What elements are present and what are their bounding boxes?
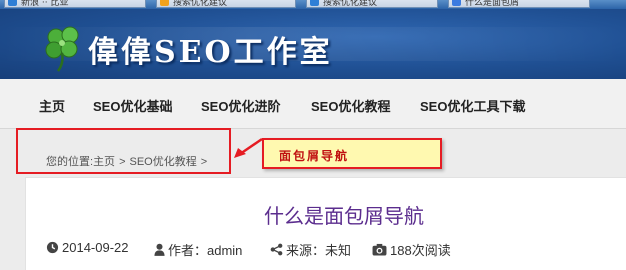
post-source: 来源：未知 [270,240,351,259]
tab-favicon-icon [160,0,169,6]
browser-tab-active[interactable]: 什么是面包屑 [448,0,590,8]
user-icon [154,243,165,256]
tab-favicon-icon [310,0,319,6]
post-title[interactable]: 什么是面包屑导航 [0,200,626,229]
nav-item-seo-tools[interactable]: SEO优化工具下载 [420,96,525,115]
camera-icon [372,243,387,256]
post-date: 2014-09-22 [46,240,129,255]
share-icon [270,243,283,256]
tab-favicon-icon [8,0,17,6]
post-source-text: 来源：未知 [286,243,352,258]
tab-favicon-icon [452,0,461,6]
browser-tab[interactable]: 新浪 ·· 比亚 [4,0,146,8]
post-author-text[interactable]: 作者：admin [168,240,242,259]
nav-item-seo-basics[interactable]: SEO优化基础 [93,96,172,115]
annotation-highlight-box [16,128,231,174]
main-nav: 主页 SEO优化基础 SEO优化进阶 SEO优化教程 SEO优化工具下载 [0,79,626,129]
post-views: 188次阅读 [372,240,451,259]
nav-item-seo-tutorials[interactable]: SEO优化教程 [311,96,390,115]
browser-tab-label: 新浪 ·· 比亚 [21,0,69,8]
browser-tab[interactable]: 搜索优化建议 [306,0,438,8]
browser-tab-label: 搜索优化建议 [323,0,378,8]
browser-tab-strip: 新浪 ·· 比亚 搜索优化建议 搜索优化建议 什么是面包屑 [0,0,626,9]
nav-item-home[interactable]: 主页 [39,96,65,115]
browser-tab-label: 搜索优化建议 [173,0,228,8]
annotation-note: 面包屑导航 [262,138,442,169]
browser-tab[interactable]: 搜索优化建议 [156,0,296,8]
post-views-text: 188次阅读 [390,243,451,258]
clock-icon [46,241,59,254]
post-date-text: 2014-09-22 [62,240,129,255]
site-title[interactable]: 偉偉SEO工作室 [88,27,333,71]
browser-tab-label: 什么是面包屑 [465,0,520,8]
nav-item-seo-advanced[interactable]: SEO优化进阶 [201,96,280,115]
clover-logo-icon[interactable] [44,23,84,73]
annotation-arrow-icon [234,137,263,158]
site-header: 偉偉SEO工作室 [0,9,626,79]
page: 新浪 ·· 比亚 搜索优化建议 搜索优化建议 什么是面包屑 偉偉SEO工作室 主… [0,0,626,270]
annotation-note-text: 面包屑导航 [279,149,350,163]
post-author: 作者：admin [154,240,242,259]
